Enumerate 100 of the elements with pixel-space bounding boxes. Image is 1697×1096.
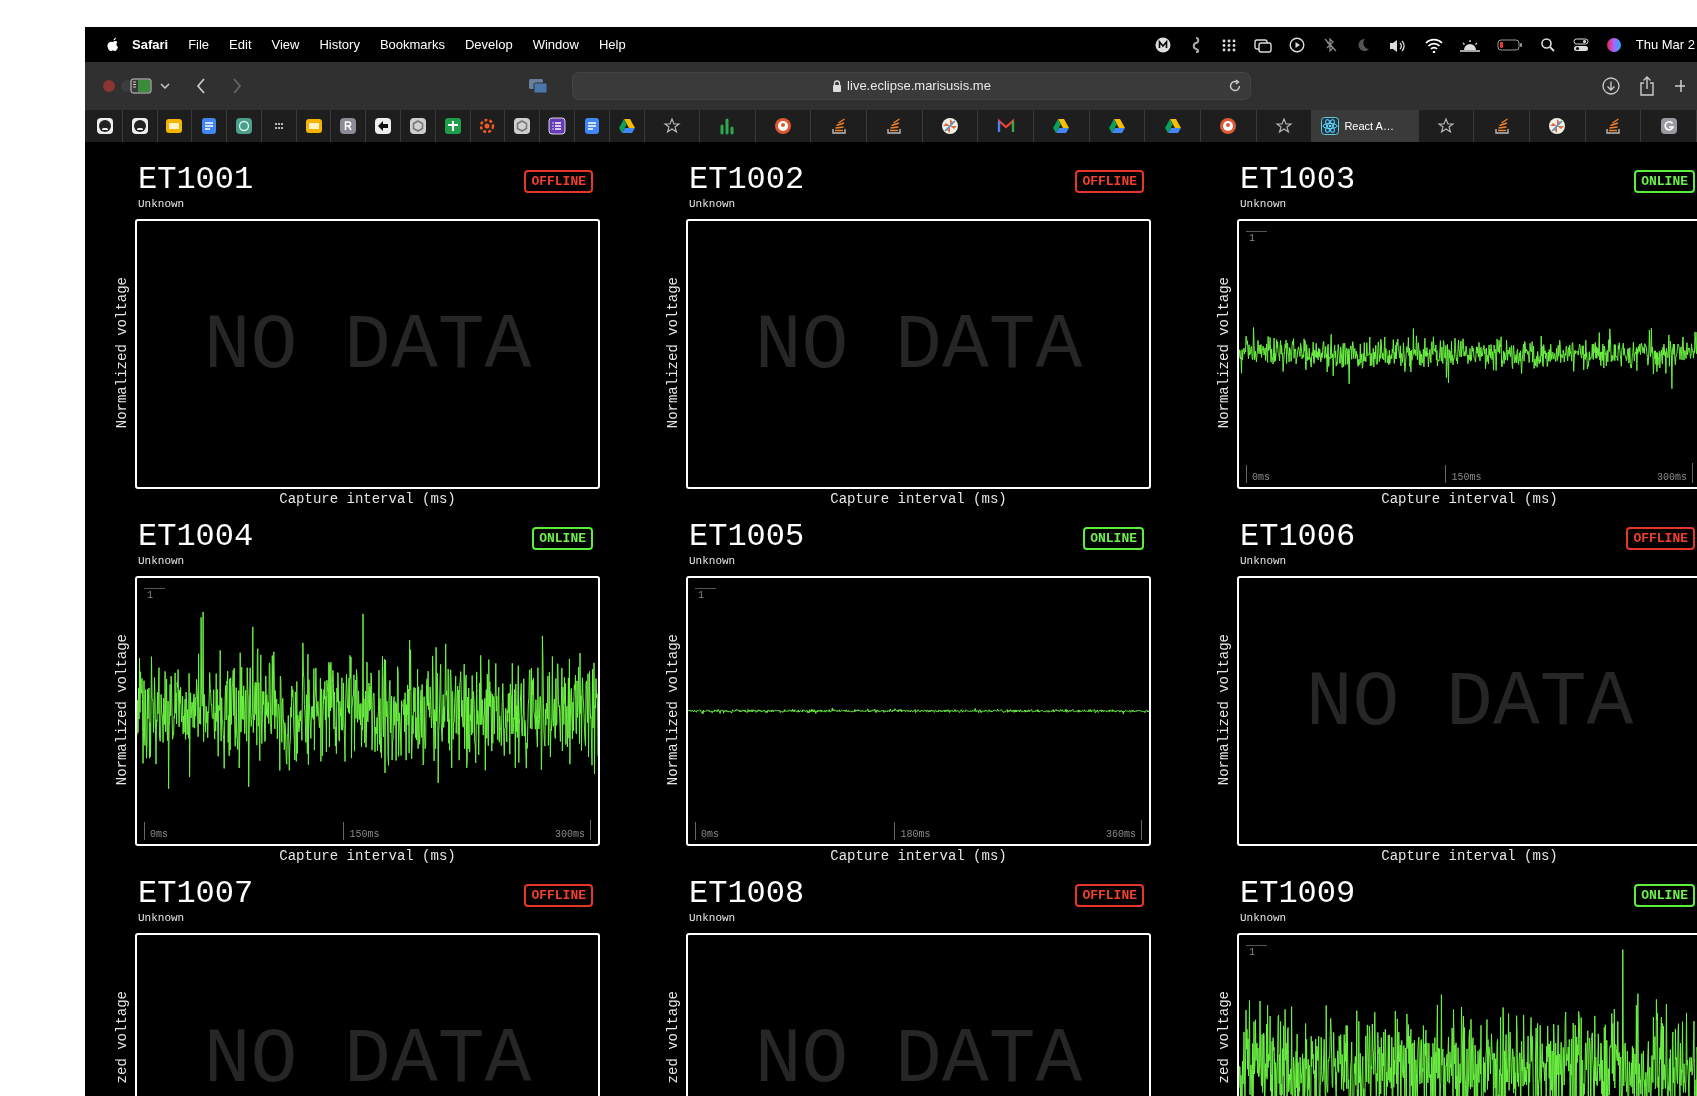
tab-overview-icon[interactable] — [528, 78, 548, 94]
triangle-icon[interactable] — [1108, 117, 1127, 135]
axis-tick-label: 180ms — [894, 822, 931, 840]
gear-icon[interactable] — [478, 117, 497, 135]
document-icon[interactable] — [582, 117, 601, 135]
axis-tick-label: 300ms — [1656, 463, 1693, 483]
device-location: Unknown — [138, 554, 186, 568]
stack-icon[interactable] — [1492, 117, 1511, 135]
menu-item[interactable]: View — [271, 34, 300, 55]
chevron-down-icon[interactable] — [160, 82, 170, 90]
device-location: Unknown — [689, 554, 737, 568]
atom-icon — [1321, 117, 1340, 135]
status-badge: ONLINE — [532, 527, 593, 550]
menu-item[interactable]: Help — [598, 34, 626, 55]
status-badge: ONLINE — [1634, 884, 1695, 907]
reload-icon[interactable] — [1228, 79, 1242, 93]
axis-label: zed voltage — [113, 991, 131, 1084]
device-name: ET1004 — [138, 521, 254, 553]
wifi-icon[interactable] — [1424, 36, 1443, 53]
device-location: Unknown — [689, 197, 737, 211]
axis-tick-label: 360ms — [1105, 820, 1142, 840]
sidebar-icon[interactable] — [130, 78, 152, 94]
device-name: ET1001 — [138, 164, 254, 196]
axis-label: Normalized voltage — [1215, 277, 1233, 429]
axis-tick-label: 150ms — [1445, 465, 1482, 483]
play-icon[interactable] — [1288, 36, 1305, 53]
status-badge: OFFLINE — [1075, 170, 1144, 193]
windows-icon[interactable] — [1253, 36, 1272, 53]
letter-r-icon[interactable] — [339, 117, 358, 135]
menu-item[interactable]: Develop — [464, 34, 513, 55]
stack-icon[interactable] — [1604, 117, 1623, 135]
status-badge: OFFLINE — [524, 170, 593, 193]
new-tab-icon[interactable] — [1673, 79, 1685, 93]
axis-label: Normalized voltage — [664, 634, 682, 786]
axis-tick-label: 1 — [1246, 945, 1267, 958]
axis-label: Normalized voltage — [664, 277, 682, 429]
slides-icon[interactable] — [165, 117, 184, 135]
toggles-icon[interactable] — [1572, 36, 1589, 53]
orb-icon[interactable] — [1605, 36, 1622, 53]
device-location: Unknown — [1240, 554, 1288, 568]
star-icon[interactable] — [1275, 117, 1294, 135]
axis-tick-label: 1 — [1246, 231, 1267, 244]
axis-tick-label: 0ms — [1246, 465, 1270, 483]
m-circle-icon[interactable] — [1154, 36, 1171, 53]
star-icon[interactable] — [1437, 117, 1456, 135]
axis-tick-label: 0ms — [144, 822, 168, 840]
duck-icon[interactable] — [774, 117, 793, 135]
axis-label: Capture interval (ms) — [830, 847, 1007, 865]
axis-tick-label: 1 — [144, 588, 165, 601]
menu-item[interactable]: History — [319, 34, 360, 55]
menu-item[interactable]: Window — [532, 34, 579, 55]
pinwheel-icon[interactable] — [1548, 117, 1567, 135]
bookmark-tab[interactable]: React A… — [1312, 110, 1419, 142]
axis-label: zed voltage — [664, 991, 682, 1084]
triangle-icon[interactable] — [1163, 117, 1182, 135]
status-badge: OFFLINE — [1075, 884, 1144, 907]
list-icon[interactable] — [548, 117, 567, 135]
menu-item[interactable]: Edit — [229, 34, 252, 55]
status-badge: OFFLINE — [1626, 527, 1695, 550]
triangle-icon[interactable] — [1052, 117, 1071, 135]
menu-item[interactable]: Bookmarks — [379, 34, 445, 55]
lock-icon[interactable] — [832, 80, 843, 92]
star-icon[interactable] — [662, 117, 681, 135]
spreadsheet-icon[interactable] — [443, 117, 462, 135]
pinwheel-icon[interactable] — [941, 117, 960, 135]
device-name: ET1009 — [1240, 878, 1356, 910]
axis-label: Normalized voltage — [1215, 634, 1233, 786]
device-name: ET1006 — [1240, 521, 1356, 553]
device-name: ET1002 — [689, 164, 805, 196]
mail-icon[interactable] — [996, 117, 1015, 135]
triangle-icon[interactable] — [617, 117, 636, 135]
battery-icon[interactable] — [1496, 36, 1523, 53]
device-location: Unknown — [1240, 911, 1288, 925]
document-icon[interactable] — [200, 117, 219, 135]
app-menu[interactable]: Safari — [132, 34, 169, 55]
bar-chart-icon[interactable] — [718, 117, 737, 135]
axis-label: Normalized voltage — [113, 277, 131, 429]
axis-label: Capture interval (ms) — [279, 490, 456, 508]
stack-icon[interactable] — [829, 117, 848, 135]
share-icon[interactable] — [1639, 76, 1655, 96]
axis-tick-label: 300ms — [554, 820, 591, 840]
duck-icon[interactable] — [1219, 117, 1238, 135]
apple-icon[interactable] — [106, 36, 120, 53]
device-name: ET1008 — [689, 878, 805, 910]
device-location: Unknown — [689, 911, 737, 925]
slides-icon[interactable] — [304, 117, 323, 135]
back-icon[interactable] — [195, 77, 207, 95]
status-badge: ONLINE — [1634, 170, 1695, 193]
axis-label: Capture interval (ms) — [830, 490, 1007, 508]
menu-item[interactable]: File — [188, 34, 210, 55]
address-bar[interactable]: live.eclipse.marisusis.me — [572, 72, 1251, 100]
axis-label: Capture interval (ms) — [1381, 847, 1558, 865]
letter-g-icon[interactable] — [1659, 117, 1678, 135]
search-icon[interactable] — [1539, 36, 1556, 53]
device-name: ET1003 — [1240, 164, 1356, 196]
axis-label: zed voltage — [1215, 991, 1233, 1084]
download-icon[interactable] — [1602, 77, 1620, 95]
stack-icon[interactable] — [885, 117, 904, 135]
device-name: ET1005 — [689, 521, 805, 553]
device-name: ET1007 — [138, 878, 254, 910]
